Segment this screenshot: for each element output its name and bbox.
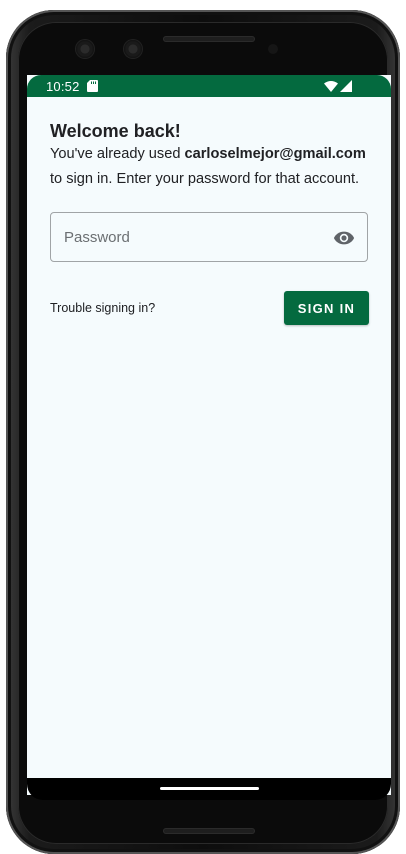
trouble-signing-in-link[interactable]: Trouble signing in? — [50, 301, 155, 315]
earpiece-speaker — [163, 36, 255, 42]
description: You've already used carloselmejor@gmail.… — [50, 142, 370, 192]
description-prefix: You've already used — [50, 146, 185, 162]
sign-in-button[interactable]: SIGN IN — [284, 291, 369, 325]
status-time: 10:52 — [46, 79, 80, 94]
account-email: carloselmejor@gmail.com — [184, 146, 366, 162]
navigation-bar — [27, 778, 391, 800]
eye-icon[interactable] — [333, 227, 355, 249]
sign-in-content: Welcome back! You've already used carlos… — [50, 120, 370, 192]
home-gesture-bar[interactable] — [160, 787, 259, 790]
page-title: Welcome back! — [50, 121, 181, 141]
signal-icon — [340, 80, 352, 92]
bottom-speaker — [163, 828, 255, 834]
screen: 10:52 Welcome back! You've already used … — [27, 75, 391, 795]
front-camera-secondary — [124, 40, 142, 58]
description-suffix: to sign in. Enter your password for that… — [50, 171, 360, 187]
password-input[interactable] — [64, 225, 324, 249]
sd-card-icon — [87, 80, 98, 92]
status-bar: 10:52 — [27, 75, 391, 97]
front-camera — [76, 40, 94, 58]
proximity-sensor — [268, 44, 278, 54]
wifi-icon — [324, 81, 338, 92]
password-field[interactable] — [50, 212, 368, 262]
